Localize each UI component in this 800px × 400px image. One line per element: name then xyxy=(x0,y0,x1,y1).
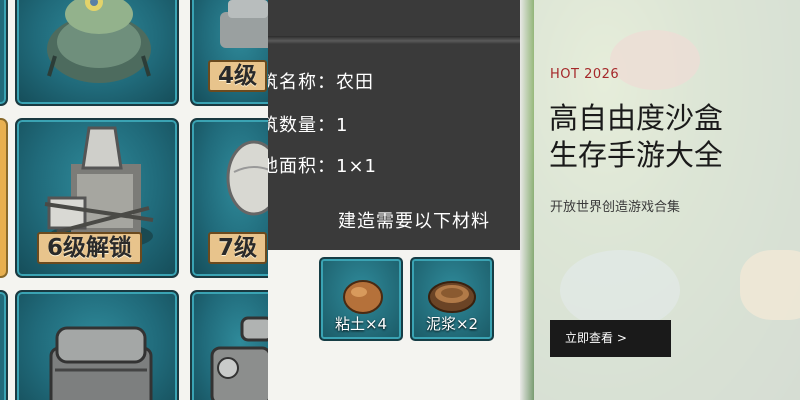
clay-icon xyxy=(343,280,383,314)
building-count-row: 筑数量：1 xyxy=(268,115,349,136)
machine-building-icon xyxy=(210,316,268,400)
promo-subtitle: 开放世界创造游戏合集 xyxy=(550,200,681,215)
stone-chest-icon xyxy=(49,326,153,400)
building-grid: 4级 6级解锁 7级 xyxy=(0,0,268,400)
building-card-partial[interactable] xyxy=(0,0,8,106)
mud-icon xyxy=(428,281,476,313)
egg-building-icon xyxy=(226,140,268,216)
material-slot-clay[interactable]: 粘土×4 xyxy=(319,257,403,341)
building-info-panel: 筑名称：农田 筑数量：1 地面积：1×1 建造需要以下材料 粘土×4 泥浆×2 xyxy=(268,0,520,400)
building-card[interactable]: 4级 xyxy=(190,0,268,106)
info-panel-divider xyxy=(268,36,520,44)
building-card-partial[interactable] xyxy=(0,118,8,278)
promo-title: 高自由度沙盒 生存手游大全 xyxy=(549,100,789,174)
unlock-level-badge: 7级 xyxy=(208,232,268,264)
building-name-row: 筑名称：农田 xyxy=(268,72,374,93)
building-card[interactable]: 6级解锁 xyxy=(15,118,179,278)
building-card[interactable] xyxy=(15,290,179,400)
promo-title-line: 高自由度沙盒 xyxy=(549,101,724,135)
building-card[interactable] xyxy=(190,290,268,400)
materials-title: 建造需要以下材料 xyxy=(338,211,490,232)
stone-building-icon xyxy=(220,0,268,48)
building-card-partial[interactable] xyxy=(0,290,8,400)
material-label: 粘土×4 xyxy=(334,315,388,333)
building-card[interactable]: 7级 xyxy=(190,118,268,278)
building-card[interactable] xyxy=(15,0,179,106)
promo-edge-fade xyxy=(520,0,534,400)
building-area-row: 地面积：1×1 xyxy=(268,156,377,177)
view-now-button[interactable]: 立即查看 > xyxy=(550,320,671,357)
info-panel-header xyxy=(268,0,520,36)
material-label: 泥浆×2 xyxy=(425,315,479,333)
hot-tag: HOT 2026 xyxy=(550,67,620,82)
promo-title-line: 生存手游大全 xyxy=(549,138,724,172)
material-slot-mud[interactable]: 泥浆×2 xyxy=(410,257,494,341)
unlock-level-badge: 6级解锁 xyxy=(37,232,143,264)
level-badge: 4级 xyxy=(208,60,268,92)
promo-banner[interactable]: HOT 2026 高自由度沙盒 生存手游大全 开放世界创造游戏合集 立即查看 > xyxy=(520,0,800,400)
stone-tower-icon xyxy=(47,0,151,83)
